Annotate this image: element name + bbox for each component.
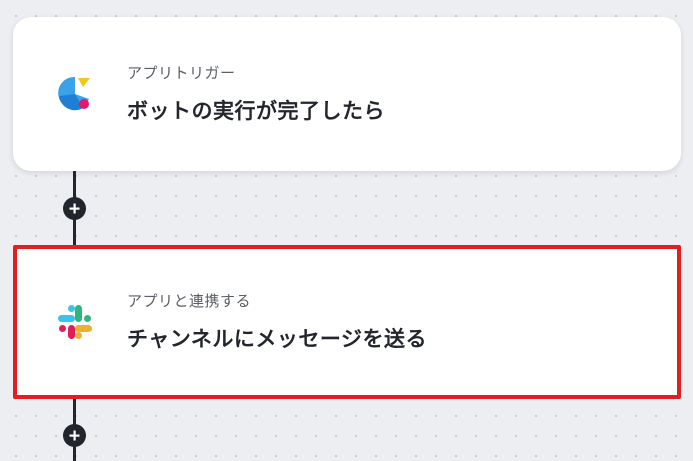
plus-icon [69,203,80,214]
plus-icon [69,430,80,441]
add-step-button[interactable] [63,424,86,447]
action-step-card[interactable]: アプリと連携する チャンネルにメッセージを送る [13,245,681,399]
step-type-label: アプリトリガー [127,64,236,82]
trigger-step-card[interactable]: アプリトリガー ボットの実行が完了したら [13,17,681,171]
step-type-label: アプリと連携する [127,292,252,310]
add-step-button[interactable] [63,197,86,220]
bot-app-icon [53,72,97,116]
action-step-text: アプリと連携する チャンネルにメッセージを送る [127,290,427,353]
step-title: チャンネルにメッセージを送る [127,327,427,351]
step-title: ボットの実行が完了したら [127,99,385,123]
slack-icon [53,300,97,344]
trigger-step-text: アプリトリガー ボットの実行が完了したら [127,62,385,125]
